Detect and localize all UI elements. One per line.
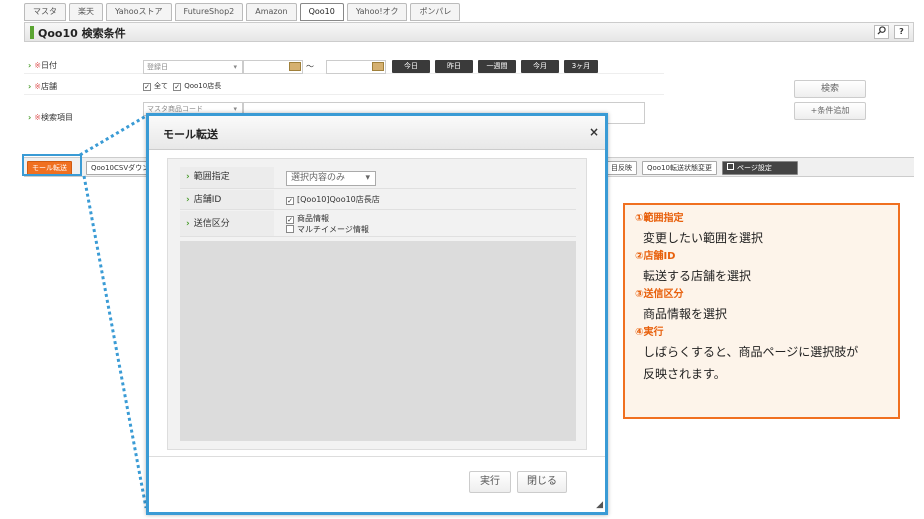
send-type-label: 送信区分 <box>193 219 230 229</box>
dialog-body: › 範囲指定 選択内容のみ ▾ › 店舗ID ✓ [Qoo10]Qoo10店長店 › 送信… <box>167 158 587 450</box>
callout-line-bottom <box>82 175 148 509</box>
run-button[interactable]: 実行 <box>469 471 511 493</box>
chevron-down-icon: ▾ <box>365 173 370 183</box>
send-multi-image-label: マルチイメージ情報 <box>297 225 369 234</box>
dialog-title: モール転送 <box>163 128 218 141</box>
note-step4-text-line1: しばらくすると、商品ページに選択肢が <box>643 345 859 359</box>
callout-line-top <box>79 114 147 157</box>
note-step4-heading: ④実行 <box>635 327 664 338</box>
note-step4-text-line2: 反映されます。 <box>643 367 726 381</box>
dialog-content-area <box>180 241 576 441</box>
instruction-note: ①範囲指定 変更したい範囲を選択 ②店舗ID 転送する店舗を選択 ③送信区分 商… <box>623 203 900 419</box>
range-row: › 範囲指定 選択内容のみ ▾ <box>180 167 576 189</box>
chevron-right-icon: › <box>186 195 190 205</box>
send-item-info-checkbox[interactable]: ✓ <box>286 216 294 224</box>
chevron-right-icon: › <box>186 172 190 182</box>
note-step2-heading: ②店舗ID <box>635 251 676 262</box>
shop-id-checkbox[interactable]: ✓ <box>286 197 294 205</box>
mall-transfer-dialog: モール転送 × › 範囲指定 選択内容のみ ▾ › 店舗ID ✓ [Qoo10]Qoo1… <box>146 113 608 515</box>
chevron-right-icon: › <box>186 219 190 229</box>
close-icon[interactable]: × <box>589 125 599 139</box>
send-multi-image-checkbox[interactable] <box>286 225 294 233</box>
range-select[interactable]: 選択内容のみ ▾ <box>286 171 376 186</box>
note-step3-text: 商品情報を選択 <box>643 307 728 321</box>
resize-handle-icon[interactable]: ◢ <box>596 500 603 510</box>
note-step1-text: 変更したい範囲を選択 <box>643 231 764 245</box>
range-label: 範囲指定 <box>193 172 230 182</box>
dialog-titlebar: モール転送 × <box>149 116 605 150</box>
note-step2-text: 転送する店舗を選択 <box>643 269 752 283</box>
note-step3-heading: ③送信区分 <box>635 289 684 300</box>
send-type-row: › 送信区分 ✓ 商品情報 マルチイメージ情報 <box>180 211 576 237</box>
send-item-info-label: 商品情報 <box>297 214 329 223</box>
shop-id-label: 店舗ID <box>193 195 222 205</box>
shop-id-row: › 店舗ID ✓ [Qoo10]Qoo10店長店 <box>180 190 576 210</box>
note-step1-heading: ①範囲指定 <box>635 213 684 224</box>
shop-id-value: [Qoo10]Qoo10店長店 <box>297 195 380 204</box>
close-button[interactable]: 閉じる <box>517 471 567 493</box>
dialog-footer: 実行 閉じる ◢ <box>149 456 605 512</box>
